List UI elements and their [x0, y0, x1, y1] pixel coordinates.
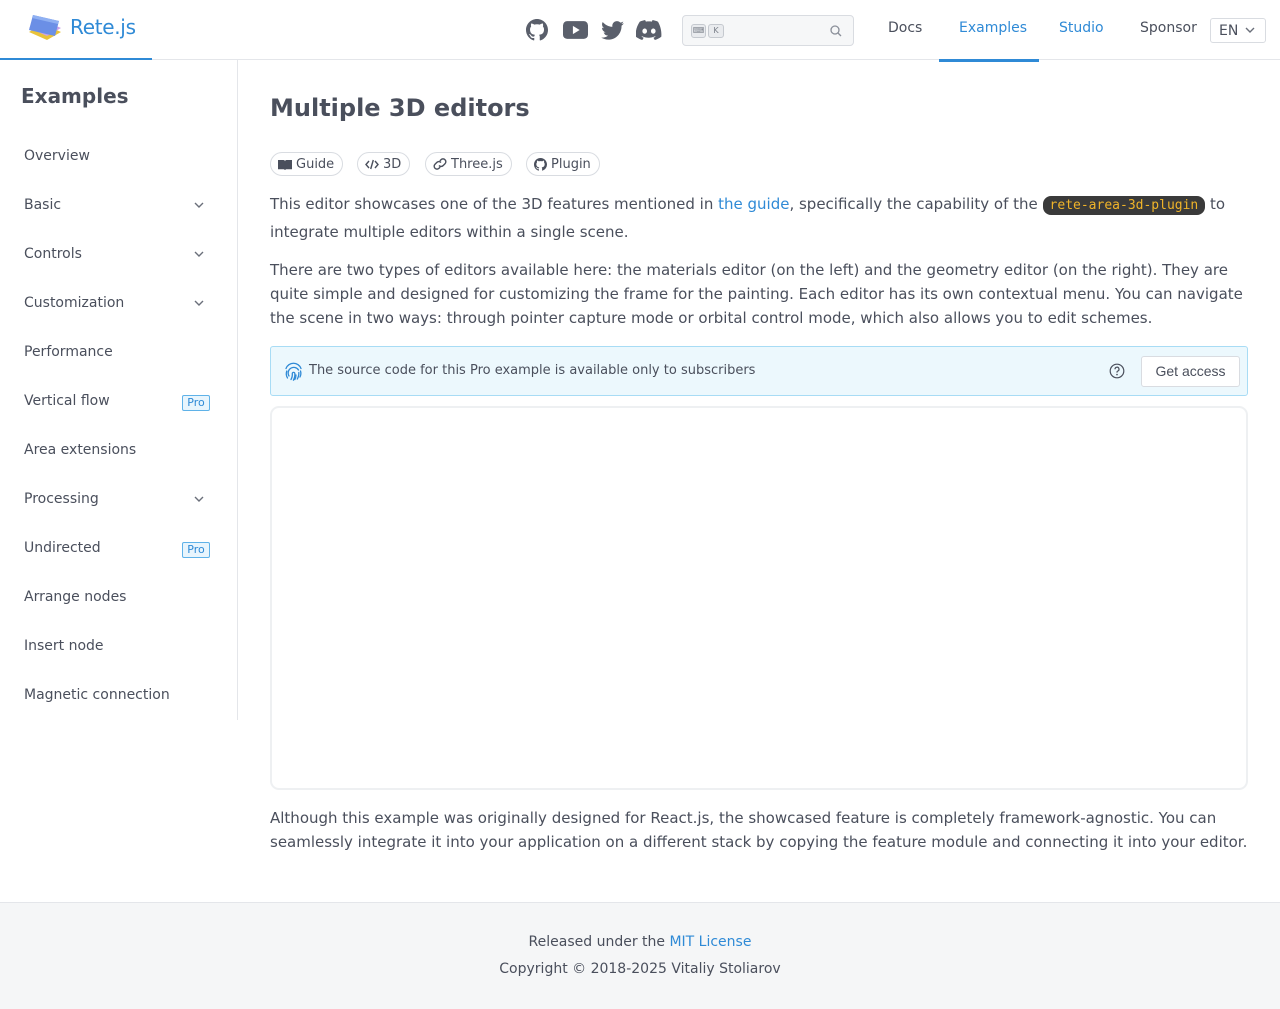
chip-label: Plugin: [551, 156, 591, 172]
link-icon: [433, 158, 447, 170]
github-icon: [534, 157, 547, 171]
language-select[interactable]: EN: [1210, 18, 1266, 43]
twitter-icon: [600, 20, 624, 40]
sidebar-item-label: Magnetic connection: [24, 687, 170, 703]
help-icon[interactable]: [1109, 363, 1125, 379]
plugin-code: rete-area-3d-plugin: [1042, 196, 1206, 215]
sidebar-item-label: Customization: [24, 295, 125, 311]
active-nav-indicator: [939, 59, 1039, 62]
sidebar-item-vertical-flow[interactable]: Vertical flow Pro: [24, 387, 214, 417]
sidebar-item-customization[interactable]: Customization: [24, 289, 214, 319]
sidebar-item-undirected[interactable]: Undirected Pro: [24, 534, 214, 564]
chip-guide[interactable]: Guide: [270, 152, 344, 176]
nav-examples[interactable]: Examples: [959, 20, 1027, 36]
language-value: EN: [1219, 23, 1239, 39]
sidebar-item-overview[interactable]: Overview: [24, 142, 214, 172]
chevron-down-icon: [194, 202, 204, 208]
subscription-alert: The source code for this Pro example is …: [270, 346, 1248, 396]
mit-license-link[interactable]: MIT License: [669, 934, 751, 950]
footer-released-text: Released under the: [528, 934, 670, 950]
description-paragraph: There are two types of editors available…: [270, 261, 1243, 327]
chip-threejs[interactable]: Three.js: [425, 152, 512, 176]
page-title: Multiple 3D editors: [270, 94, 530, 122]
intro-paragraph: This editor showcases one of the 3D feat…: [270, 191, 1250, 245]
brand-link[interactable]: Rete.js: [0, 0, 152, 60]
keyboard-key-k: K: [708, 24, 724, 38]
github-link[interactable]: [525, 18, 549, 42]
intro-text-2: , specifically the capability of the: [789, 195, 1043, 213]
sidebar-item-label: Vertical flow: [24, 393, 110, 409]
nav-studio[interactable]: Studio: [1059, 20, 1104, 36]
sidebar-item-label: Arrange nodes: [24, 589, 127, 605]
search-input[interactable]: ⌨ K: [682, 15, 854, 46]
youtube-icon: [562, 21, 588, 39]
chip-3d[interactable]: 3D: [357, 152, 411, 176]
chevron-down-icon: [1245, 27, 1255, 33]
chip-label: 3D: [383, 156, 402, 172]
sidebar-item-label: Performance: [24, 344, 113, 360]
chevron-down-icon: [194, 251, 204, 257]
outro-paragraph: Although this example was originally des…: [270, 809, 1248, 851]
chevron-down-icon: [194, 496, 204, 502]
sidebar-item-insert-node[interactable]: Insert node: [24, 632, 214, 662]
sidebar: Examples Overview Basic Controls Customi…: [0, 60, 238, 720]
sidebar-item-performance[interactable]: Performance: [24, 338, 214, 368]
editor-canvas[interactable]: [270, 406, 1248, 790]
footer-copyright: Copyright © 2018-2025 Vitaliy Stoliarov: [499, 961, 781, 977]
twitter-link[interactable]: [600, 18, 624, 42]
sidebar-item-label: Insert node: [24, 638, 104, 654]
fingerprint-icon: [285, 362, 302, 381]
sidebar-item-basic[interactable]: Basic: [24, 191, 214, 221]
chip-label: Three.js: [451, 156, 503, 172]
pro-badge: Pro: [182, 542, 210, 558]
code-icon: [365, 159, 379, 169]
youtube-link[interactable]: [562, 18, 588, 42]
sidebar-item-controls[interactable]: Controls: [24, 240, 214, 270]
intro-text-1: This editor showcases one of the 3D feat…: [270, 195, 719, 213]
sidebar-item-label: Overview: [24, 148, 90, 164]
nav-docs[interactable]: Docs: [888, 20, 922, 36]
guide-link[interactable]: the guide: [718, 195, 789, 213]
sidebar-item-label: Undirected: [24, 540, 101, 556]
footer: Released under the MIT License Copyright…: [0, 902, 1280, 1009]
sidebar-item-label: Processing: [24, 491, 99, 507]
discord-link[interactable]: [636, 18, 662, 42]
keyboard-key-icon: ⌨: [691, 24, 706, 38]
brand-name: Rete.js: [70, 15, 136, 39]
sidebar-item-magnetic-connection[interactable]: Magnetic connection: [24, 681, 214, 711]
sidebar-item-label: Controls: [24, 246, 82, 262]
sidebar-title: Examples: [21, 84, 129, 108]
github-icon: [526, 19, 548, 41]
rete-logo-icon: [29, 15, 61, 40]
pro-badge: Pro: [182, 395, 210, 411]
sidebar-item-label: Area extensions: [24, 442, 137, 458]
chip-label: Guide: [296, 156, 335, 172]
sidebar-item-arrange-nodes[interactable]: Arrange nodes: [24, 583, 214, 613]
top-header: Rete.js ⌨ K Docs Examples Studio Sponsor…: [0, 0, 1280, 62]
discord-icon: [636, 20, 662, 40]
sidebar-item-area-extensions[interactable]: Area extensions: [24, 436, 214, 466]
alert-text: The source code for this Pro example is …: [309, 363, 756, 378]
sidebar-item-label: Basic: [24, 197, 62, 213]
search-icon: [830, 25, 842, 37]
chip-plugin[interactable]: Plugin: [526, 152, 600, 176]
chevron-down-icon: [194, 300, 204, 306]
nav-sponsor[interactable]: Sponsor: [1140, 20, 1197, 36]
footer-license-line: Released under the MIT License: [0, 934, 1280, 950]
book-icon: [278, 159, 292, 170]
get-access-button[interactable]: Get access: [1141, 356, 1240, 387]
sidebar-item-processing[interactable]: Processing: [24, 485, 214, 515]
